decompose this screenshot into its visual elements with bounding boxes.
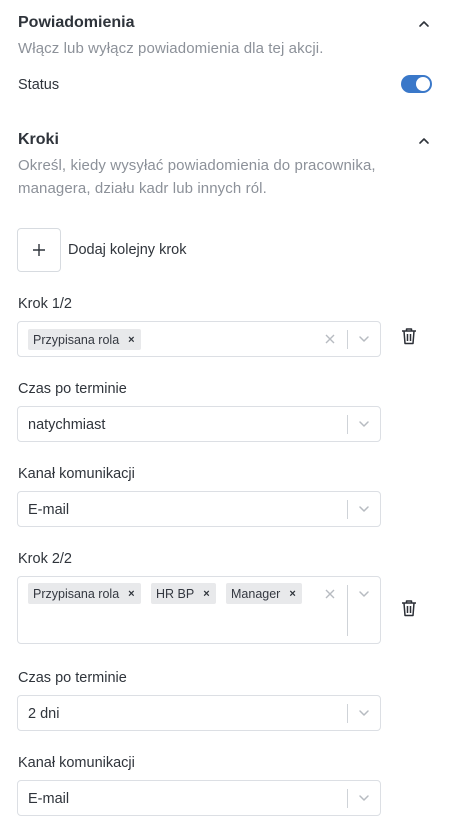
role-chip-label: Manager [231, 586, 281, 601]
step-2-roles-multiselect[interactable]: Przypisana rola × HR BP × Manager × [17, 576, 381, 644]
add-step-button[interactable] [17, 228, 61, 272]
clear-close-icon[interactable] [323, 587, 337, 601]
step-2-time-select[interactable]: 2 dni [17, 695, 381, 731]
dropdown-chevron-down-icon[interactable] [357, 587, 371, 601]
step-2-title: Krok 2/2 [18, 551, 72, 567]
select-separator [347, 585, 348, 636]
role-chip-label: Przypisana rola [33, 586, 120, 601]
dropdown-chevron-down-icon[interactable] [357, 417, 371, 431]
status-label: Status [18, 77, 60, 93]
step-1-time-value: natychmiast [28, 417, 106, 433]
notifications-section-title: Powiadomienia [18, 14, 135, 31]
step-1-channel-value: E-mail [28, 502, 70, 518]
role-chip: Manager × [226, 583, 302, 604]
select-separator [347, 704, 348, 723]
dropdown-chevron-down-icon[interactable] [357, 502, 371, 516]
step-2-channel-select[interactable]: E-mail [17, 780, 381, 816]
select-separator [347, 500, 348, 519]
step-1-channel-select[interactable]: E-mail [17, 491, 381, 527]
role-chip-label: HR BP [156, 586, 195, 601]
step-2-channel-label: Kanał komunikacji [18, 755, 135, 771]
status-toggle[interactable] [401, 75, 432, 93]
steps-description-line2: managera, działu kadr lub innych ról. [18, 180, 267, 197]
select-separator [347, 330, 348, 349]
plus-icon [33, 244, 45, 256]
chip-remove-icon[interactable]: × [128, 588, 134, 600]
role-chip-label: Przypisana rola [33, 332, 120, 347]
steps-section-title: Kroki [18, 131, 59, 148]
toggle-knob [416, 77, 430, 91]
dropdown-chevron-down-icon[interactable] [357, 332, 371, 346]
select-separator [347, 415, 348, 434]
role-chip: Przypisana rola × [28, 329, 141, 350]
delete-step-2-trash-icon[interactable] [400, 598, 418, 618]
chip-remove-icon[interactable]: × [128, 334, 134, 346]
role-chip: Przypisana rola × [28, 583, 141, 604]
step-1-title: Krok 1/2 [18, 296, 72, 312]
steps-description-line1: Określ, kiedy wysyłać powiadomienia do p… [18, 157, 376, 174]
clear-close-icon[interactable] [323, 332, 337, 346]
chip-remove-icon[interactable]: × [289, 588, 295, 600]
delete-step-1-trash-icon[interactable] [400, 326, 418, 346]
add-step-label[interactable]: Dodaj kolejny krok [68, 242, 186, 258]
step-1-roles-multiselect[interactable]: Przypisana rola × [17, 321, 381, 357]
chip-remove-icon[interactable]: × [203, 588, 209, 600]
step-1-channel-label: Kanał komunikacji [18, 466, 135, 482]
role-chip: HR BP × [151, 583, 216, 604]
step-2-channel-value: E-mail [28, 791, 70, 807]
dropdown-chevron-down-icon[interactable] [357, 706, 371, 720]
notifications-description: Włącz lub wyłącz powiadomienia dla tej a… [18, 40, 324, 57]
collapse-notifications-chevron-up-icon[interactable] [417, 17, 431, 31]
collapse-steps-chevron-up-icon[interactable] [417, 134, 431, 148]
dropdown-chevron-down-icon[interactable] [357, 791, 371, 805]
step-2-time-value: 2 dni [28, 706, 60, 722]
step-1-time-label: Czas po terminie [18, 381, 127, 397]
step-1-time-select[interactable]: natychmiast [17, 406, 381, 442]
step-2-time-label: Czas po terminie [18, 670, 127, 686]
select-separator [347, 789, 348, 808]
